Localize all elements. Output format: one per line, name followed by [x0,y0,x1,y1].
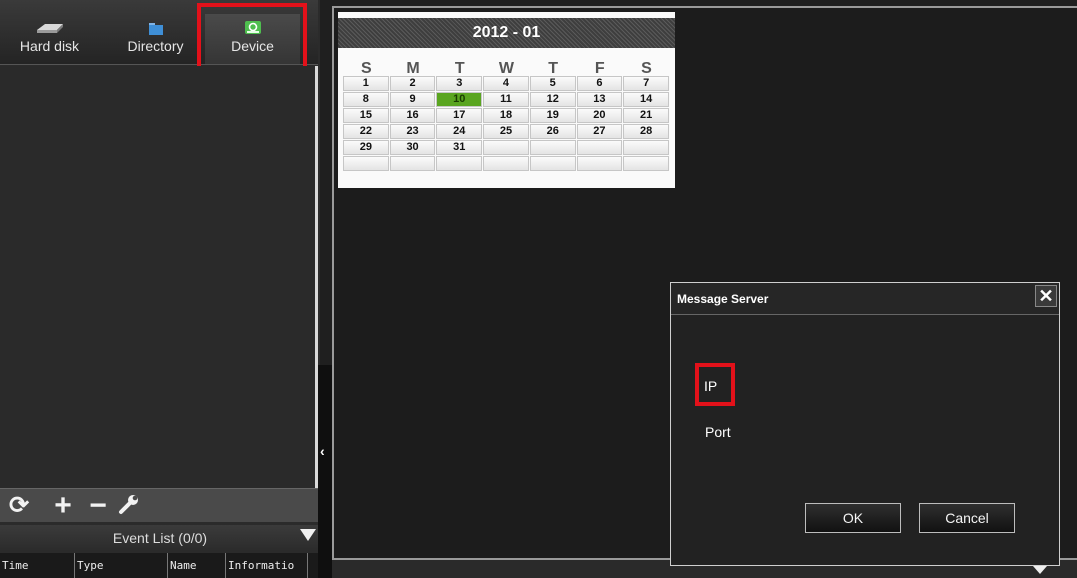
calendar-empty-cell [623,140,669,155]
dialog-title: Message Server [677,292,769,306]
calendar-day[interactable]: 21 [623,108,669,123]
calendar-day[interactable]: 7 [623,76,669,91]
calendar-empty-cell [623,156,669,171]
calendar-empty-cell [343,156,389,171]
tab-directory-label: Directory [127,38,184,54]
column-header-information[interactable]: Informatio [226,553,308,578]
calendar-day[interactable]: 15 [343,108,389,123]
left-panel: Hard disk Directory Device ⟳ + − Event L… [0,0,320,578]
calendar-day[interactable]: 11 [483,92,529,107]
column-header-type[interactable]: Type [75,553,168,578]
calendar-day[interactable]: 14 [623,92,669,107]
calendar-empty-cell [529,156,576,171]
calendar-day[interactable]: 6 [576,76,623,91]
close-icon: ✕ [1038,286,1054,306]
tab-hard-disk-label: Hard disk [19,38,80,54]
minus-icon: − [89,489,107,522]
column-header-name[interactable]: Name [168,553,226,578]
calendar-day[interactable]: 30 [389,140,436,155]
tab-device[interactable]: Device [205,14,300,64]
wrench-icon [119,495,138,514]
calendar-day[interactable]: 18 [483,108,529,123]
calendar-day[interactable]: 26 [529,124,576,139]
column-header-time[interactable]: Time [0,553,75,578]
calendar-day[interactable]: 5 [529,76,576,91]
collapse-panel-handle[interactable]: ‹ [318,365,332,578]
calendar-empty-cell [576,140,623,155]
device-icon [244,21,261,34]
plus-icon: + [54,489,72,522]
calendar-empty-cell [529,140,576,155]
calendar-day[interactable]: 10 [436,92,483,107]
calendar-day[interactable]: 28 [623,124,669,139]
calendar-empty-cell [389,156,436,171]
refresh-button[interactable]: ⟳ [6,493,32,519]
calendar-day[interactable]: 3 [436,76,483,91]
calendar-empty-cell [576,156,623,171]
tab-device-label: Device [231,38,274,54]
calendar-month-header: 2012 - 01 [338,18,675,48]
calendar-day[interactable]: 9 [389,92,436,107]
calendar-day[interactable]: 22 [343,124,389,139]
chevron-left-icon: ‹ [320,443,325,459]
calendar-day[interactable]: 13 [576,92,623,107]
add-device-button[interactable]: + [50,491,76,521]
refresh-icon: ⟳ [8,492,30,519]
calendar-day[interactable]: 27 [576,124,623,139]
calendar-empty-cell [483,140,529,155]
remove-device-button[interactable]: − [85,491,111,521]
tab-directory[interactable]: Directory [108,14,203,64]
calendar-empty-cell [483,156,529,171]
calendar-day[interactable]: 1 [343,76,389,91]
device-tree[interactable] [0,66,318,488]
calendar-day[interactable]: 25 [483,124,529,139]
settings-button[interactable] [116,493,142,519]
cancel-button[interactable]: Cancel [919,503,1015,533]
calendar-day[interactable]: 23 [389,124,436,139]
calendar: 2012 - 01 SMTWTFS 1 2 3 4 5 6 7 8 9 10 11 12 13 14 15 1… [338,12,675,188]
calendar-day[interactable]: 17 [436,108,483,123]
calendar-grid: 1 2 3 4 5 6 7 8 9 10 11 12 13 14 15 16 17 18 19 20 21 22 23 24 2… [343,76,670,172]
tab-hard-disk[interactable]: Hard disk [2,14,97,64]
ok-button[interactable]: OK [805,503,901,533]
calendar-day[interactable]: 8 [343,92,389,107]
close-button[interactable]: ✕ [1035,285,1057,307]
event-list-title: Event List (0/0) [112,530,208,546]
calendar-day[interactable]: 2 [389,76,436,91]
app-window: Hard disk Directory Device ⟳ + − Event L… [0,0,1077,578]
folder-icon [148,23,163,35]
filter-icon[interactable] [300,529,316,541]
tab-bar: Hard disk Directory Device [0,0,318,73]
message-server-dialog: Message Server ✕ IP Port OK Cancel [670,282,1060,566]
calendar-empty-cell [436,156,483,171]
calendar-day[interactable]: 29 [343,140,389,155]
port-label: Port [705,424,731,440]
calendar-day[interactable]: 24 [436,124,483,139]
event-list-header: Event List (0/0) [0,525,320,551]
dialog-titlebar: Message Server ✕ [671,283,1059,315]
calendar-day[interactable]: 4 [483,76,529,91]
ip-label: IP [704,378,718,394]
calendar-day[interactable]: 16 [389,108,436,123]
calendar-day[interactable]: 19 [529,108,576,123]
calendar-day[interactable]: 12 [529,92,576,107]
event-list-columns: Time Type Name Informatio [0,553,320,578]
hard-disk-icon [36,24,63,33]
calendar-day[interactable]: 20 [576,108,623,123]
calendar-day[interactable]: 31 [436,140,483,155]
device-toolbar: ⟳ + − [0,488,318,522]
chevron-down-icon[interactable] [1033,566,1047,574]
